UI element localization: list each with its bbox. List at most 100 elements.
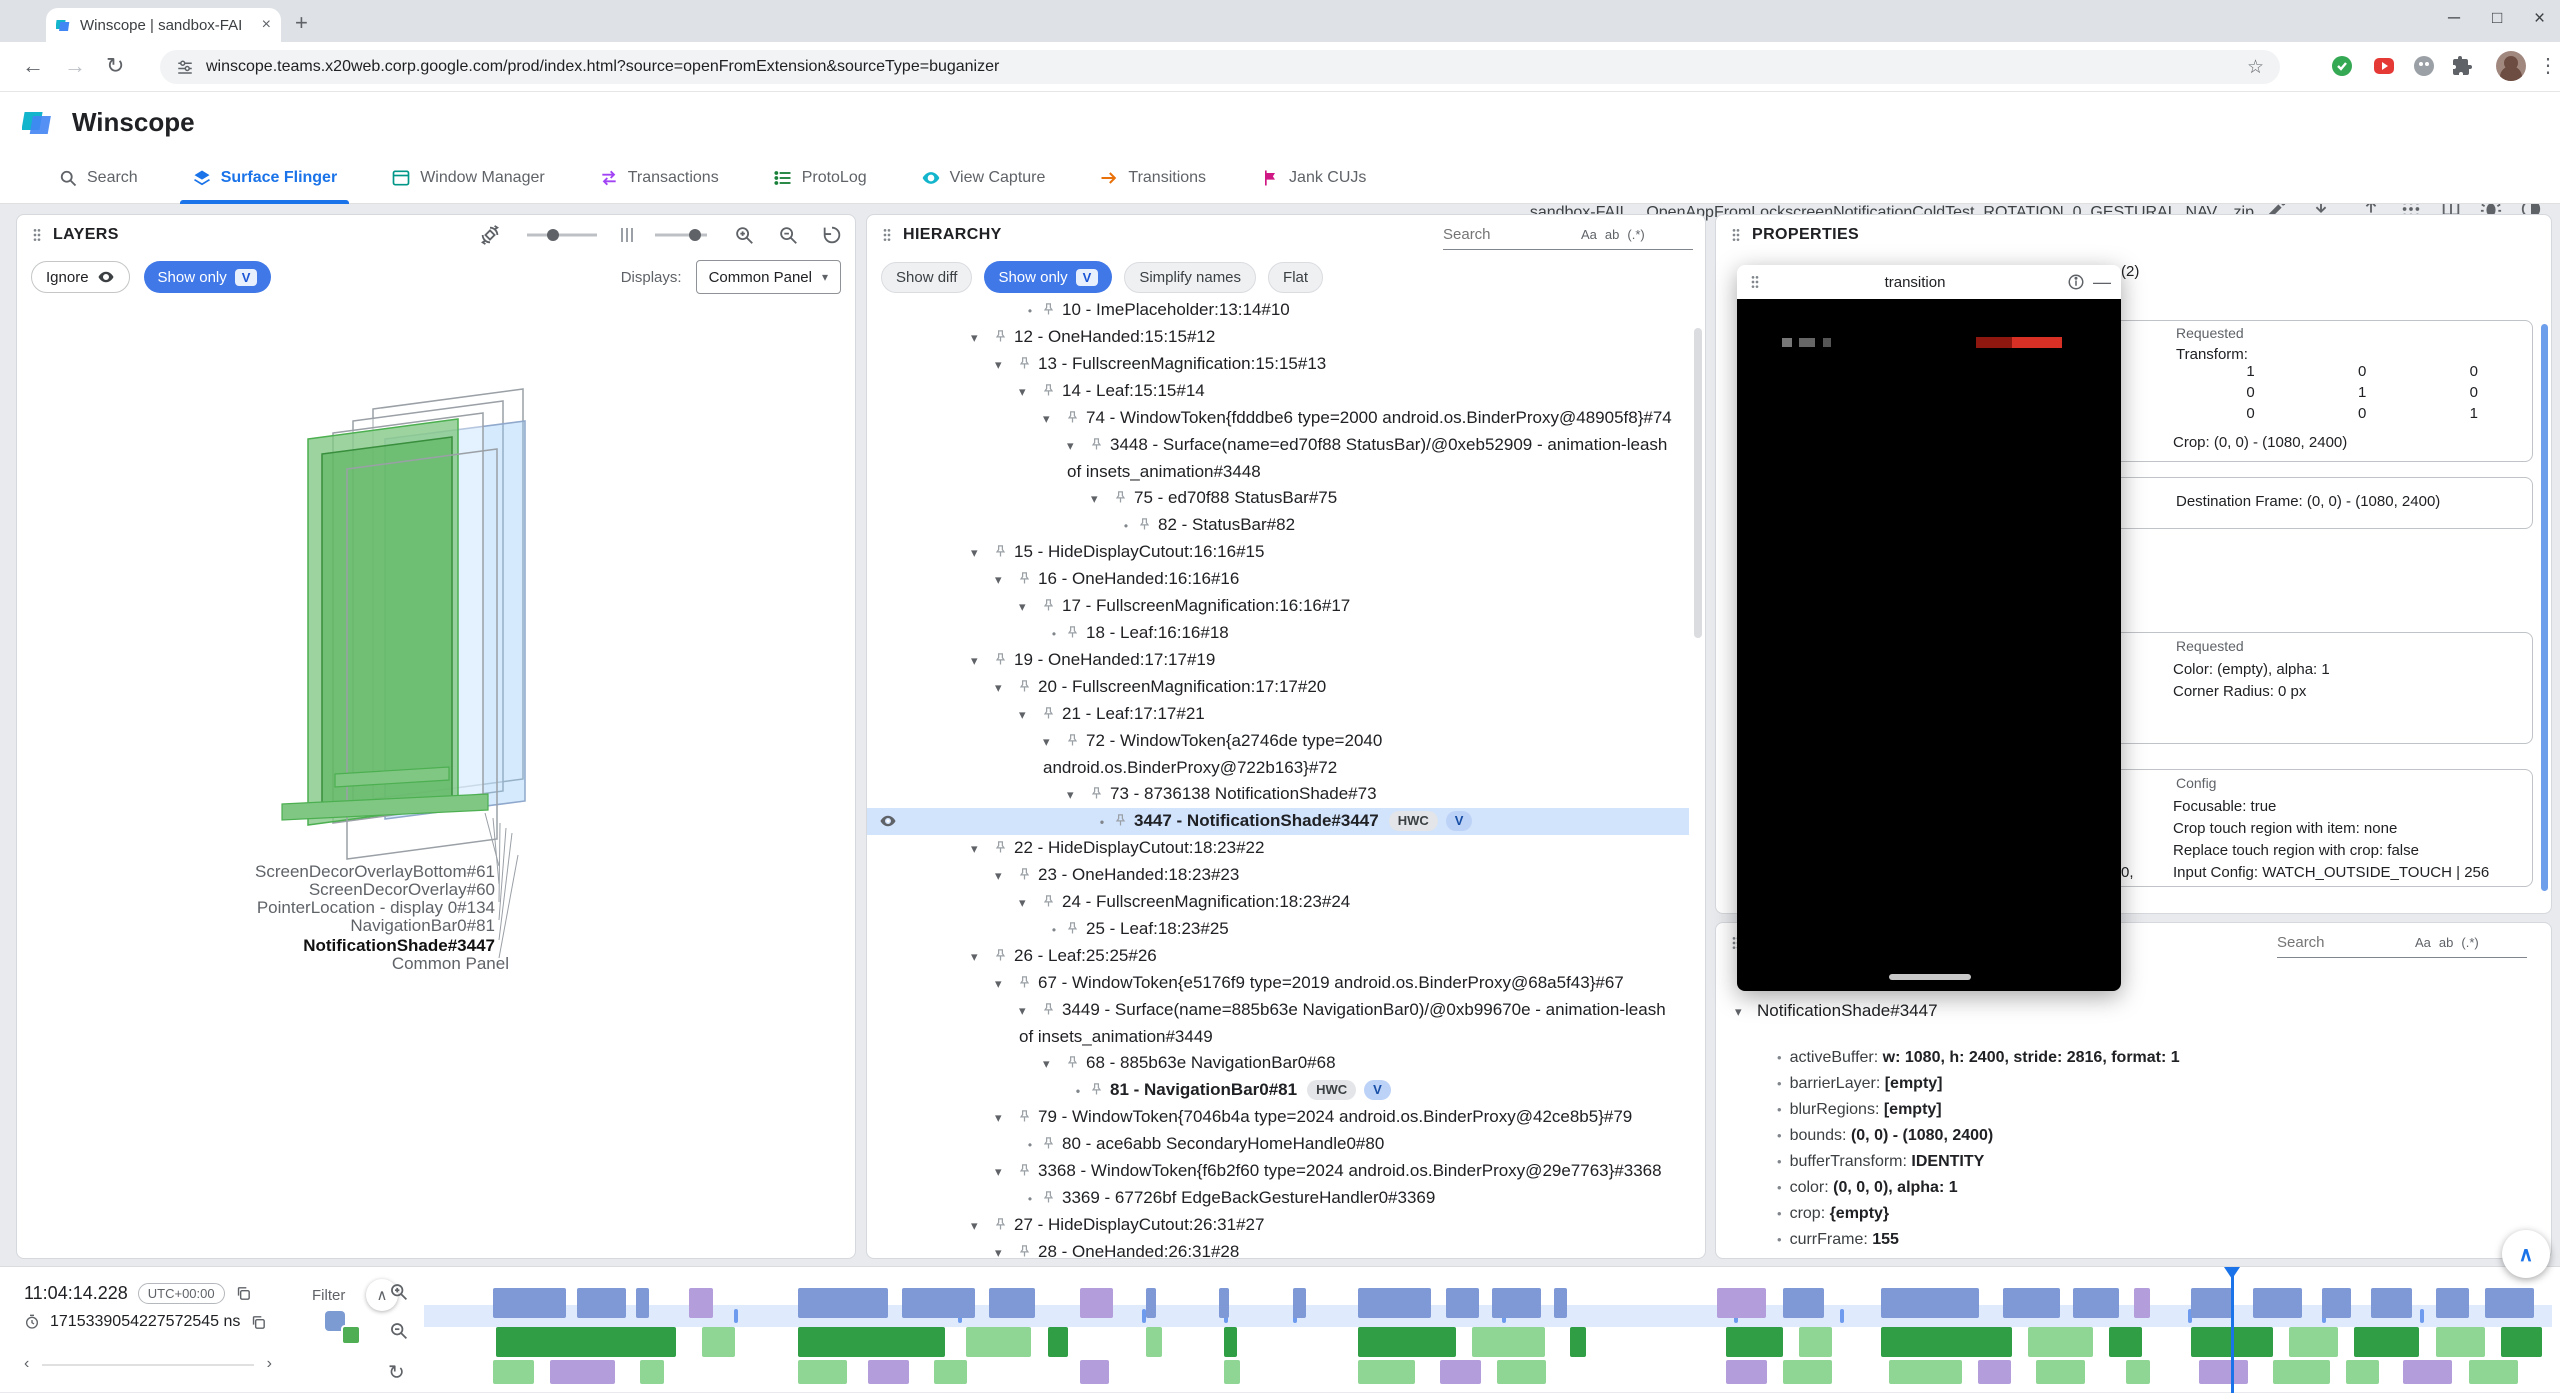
address-bar[interactable]: winscope.teams.x20web.corp.google.com/pr…	[160, 50, 2280, 84]
pin-icon[interactable]	[1017, 975, 1032, 990]
hierarchy-search-input[interactable]	[1443, 226, 1573, 243]
show-only-v-toggle[interactable]: Show only V	[984, 261, 1112, 293]
property-row[interactable]: •blurRegions: [empty]	[1777, 1101, 1942, 1119]
minimize-icon[interactable]: —	[2093, 272, 2111, 293]
timeline-event-track2[interactable]	[702, 1327, 735, 1357]
hierarchy-node[interactable]: •80 - ace6abb SecondaryHomeHandle0#80	[867, 1131, 1689, 1158]
timeline-event-track2[interactable]	[2289, 1327, 2338, 1357]
properties-search-input[interactable]	[2277, 934, 2407, 951]
chevron-down-icon[interactable]: ▾	[1735, 1004, 1757, 1020]
pin-icon[interactable]	[1017, 1244, 1032, 1258]
timeline-event-track1[interactable]	[1219, 1288, 1229, 1318]
zoom-in-icon[interactable]	[388, 1281, 409, 1302]
hierarchy-node[interactable]: ▾79 - WindowToken{7046b4a type=2024 andr…	[867, 1104, 1689, 1131]
hierarchy-node[interactable]: •3447 - NotificationShade#3447HWCV	[867, 808, 1689, 835]
timeline-event-track1[interactable]	[577, 1288, 626, 1318]
pin-icon[interactable]	[1041, 302, 1056, 317]
property-row[interactable]: •bounds: (0, 0) - (1080, 2400)	[1777, 1127, 1993, 1145]
properties-scrollbar[interactable]	[2541, 324, 2548, 891]
new-tab-button[interactable]: +	[295, 10, 308, 36]
hierarchy-node[interactable]: ▾27 - HideDisplayCutout:26:31#27	[867, 1212, 1689, 1239]
timeline-event-track3[interactable]	[550, 1360, 615, 1384]
visibility-eye-icon[interactable]	[879, 812, 897, 830]
chevron-down-icon[interactable]: ▾	[995, 675, 1017, 701]
timeline-event-track2[interactable]	[496, 1327, 676, 1357]
chevron-down-icon[interactable]: ▾	[995, 567, 1017, 593]
timeline-event-track1[interactable]	[2003, 1288, 2060, 1318]
timeline-event-track1[interactable]	[1881, 1288, 1979, 1318]
pin-icon[interactable]	[1017, 867, 1032, 882]
screenshot-window[interactable]: transition —	[1737, 265, 2121, 991]
pin-icon[interactable]	[1017, 356, 1032, 371]
pin-icon[interactable]	[1065, 625, 1080, 640]
hierarchy-node[interactable]: •10 - ImePlaceholder:13:14#10	[867, 297, 1689, 324]
property-row[interactable]: •crop: {empty}	[1777, 1205, 1889, 1223]
timeline-event-track1[interactable]	[2073, 1288, 2119, 1318]
timeline-event-track1[interactable]	[2134, 1288, 2150, 1318]
chevron-down-icon[interactable]: ▾	[971, 540, 993, 566]
hierarchy-node[interactable]: ▾24 - FullscreenMagnification:18:23#24	[867, 889, 1689, 916]
window-minimize-icon[interactable]: ─	[2448, 8, 2460, 28]
layer-label[interactable]: NavigationBar0#81	[350, 916, 495, 935]
bookmark-star-icon[interactable]: ☆	[2247, 56, 2264, 79]
copy-icon[interactable]	[235, 1285, 252, 1302]
chevron-down-icon[interactable]: ▾	[971, 325, 993, 351]
window-close-icon[interactable]: ×	[2534, 8, 2545, 30]
pin-icon[interactable]	[1017, 679, 1032, 694]
extension-icon-3[interactable]	[2412, 54, 2436, 78]
chevron-down-icon[interactable]: ▾	[1067, 782, 1089, 808]
timeline-event-track3[interactable]	[1726, 1360, 1767, 1384]
match-word-icon[interactable]: ab	[1605, 227, 1619, 242]
chevron-down-icon[interactable]: ▾	[1091, 486, 1113, 512]
timeline-event-track3[interactable]	[1783, 1360, 1832, 1384]
pin-icon[interactable]	[1065, 921, 1080, 936]
timeline-event-track3[interactable]	[2199, 1360, 2248, 1384]
pin-icon[interactable]	[1089, 1082, 1104, 1097]
timeline-event-track1[interactable]	[2253, 1288, 2302, 1318]
reload-icon[interactable]: ↻	[106, 53, 124, 79]
timeline-event-track3[interactable]	[1889, 1360, 1962, 1384]
hierarchy-node[interactable]: •82 - StatusBar#82	[867, 512, 1689, 539]
chevron-down-icon[interactable]: ▾	[995, 1105, 1017, 1131]
browser-tab[interactable]: Winscope | sandbox-FAI ×	[46, 8, 281, 42]
hierarchy-node[interactable]: ▾26 - Leaf:25:25#26	[867, 943, 1689, 970]
regex-icon[interactable]: (.*)	[1627, 227, 1644, 242]
chevron-down-icon[interactable]: ▾	[995, 1159, 1017, 1185]
trace-legend-swatch-transactions[interactable]	[341, 1325, 361, 1345]
timeline-event-track3[interactable]	[1080, 1360, 1109, 1384]
chevron-down-icon[interactable]: ▾	[1019, 702, 1041, 728]
back-icon[interactable]: ←	[22, 53, 44, 79]
chevron-down-icon[interactable]: ▾	[1019, 998, 1041, 1024]
hierarchy-node[interactable]: ▾12 - OneHanded:15:15#12	[867, 324, 1689, 351]
pin-icon[interactable]	[1065, 410, 1080, 425]
tab-view-capture[interactable]: View Capture	[899, 152, 1068, 204]
hierarchy-node[interactable]: ▾72 - WindowToken{a2746de type=2040 andr…	[867, 728, 1689, 781]
pin-icon[interactable]	[1065, 733, 1080, 748]
timeline-event-track1[interactable]	[1080, 1288, 1113, 1318]
hierarchy-node[interactable]: ▾23 - OneHanded:18:23#23	[867, 862, 1689, 889]
timeline-event-track1[interactable]	[493, 1288, 566, 1318]
chevron-down-icon[interactable]: ▾	[971, 836, 993, 862]
layer-label[interactable]: PointerLocation - display 0#134	[257, 898, 495, 917]
hierarchy-node[interactable]: ▾28 - OneHanded:26:31#28	[867, 1239, 1689, 1258]
property-row[interactable]: •dataspace: BT709 sRGB Full range	[1777, 1257, 2050, 1259]
timeline-event-track3[interactable]	[2273, 1360, 2330, 1384]
timeline-event-track2[interactable]	[1358, 1327, 1456, 1357]
timeline-event-track3[interactable]	[1497, 1360, 1546, 1384]
timeline-event-track2[interactable]	[2354, 1327, 2419, 1357]
pin-icon[interactable]	[1137, 517, 1152, 532]
pin-icon[interactable]	[993, 652, 1008, 667]
pin-icon[interactable]	[1041, 1136, 1056, 1151]
hierarchy-node[interactable]: •81 - NavigationBar0#81HWCV	[867, 1077, 1689, 1104]
scroll-right-icon[interactable]: ›	[267, 1355, 272, 1373]
timeline-event-track2[interactable]	[798, 1327, 945, 1357]
pin-icon[interactable]	[1017, 571, 1032, 586]
layer-label[interactable]: ScreenDecorOverlayBottom#61	[255, 862, 495, 881]
browser-menu-icon[interactable]: ⋮	[2538, 53, 2558, 78]
profile-avatar[interactable]	[2496, 51, 2526, 81]
pin-icon[interactable]	[993, 329, 1008, 344]
timeline-event-track2[interactable]	[2436, 1327, 2485, 1357]
timeline-event-track2[interactable]	[1726, 1327, 1783, 1357]
tab-close-icon[interactable]: ×	[262, 16, 271, 34]
pin-icon[interactable]	[1113, 490, 1128, 505]
